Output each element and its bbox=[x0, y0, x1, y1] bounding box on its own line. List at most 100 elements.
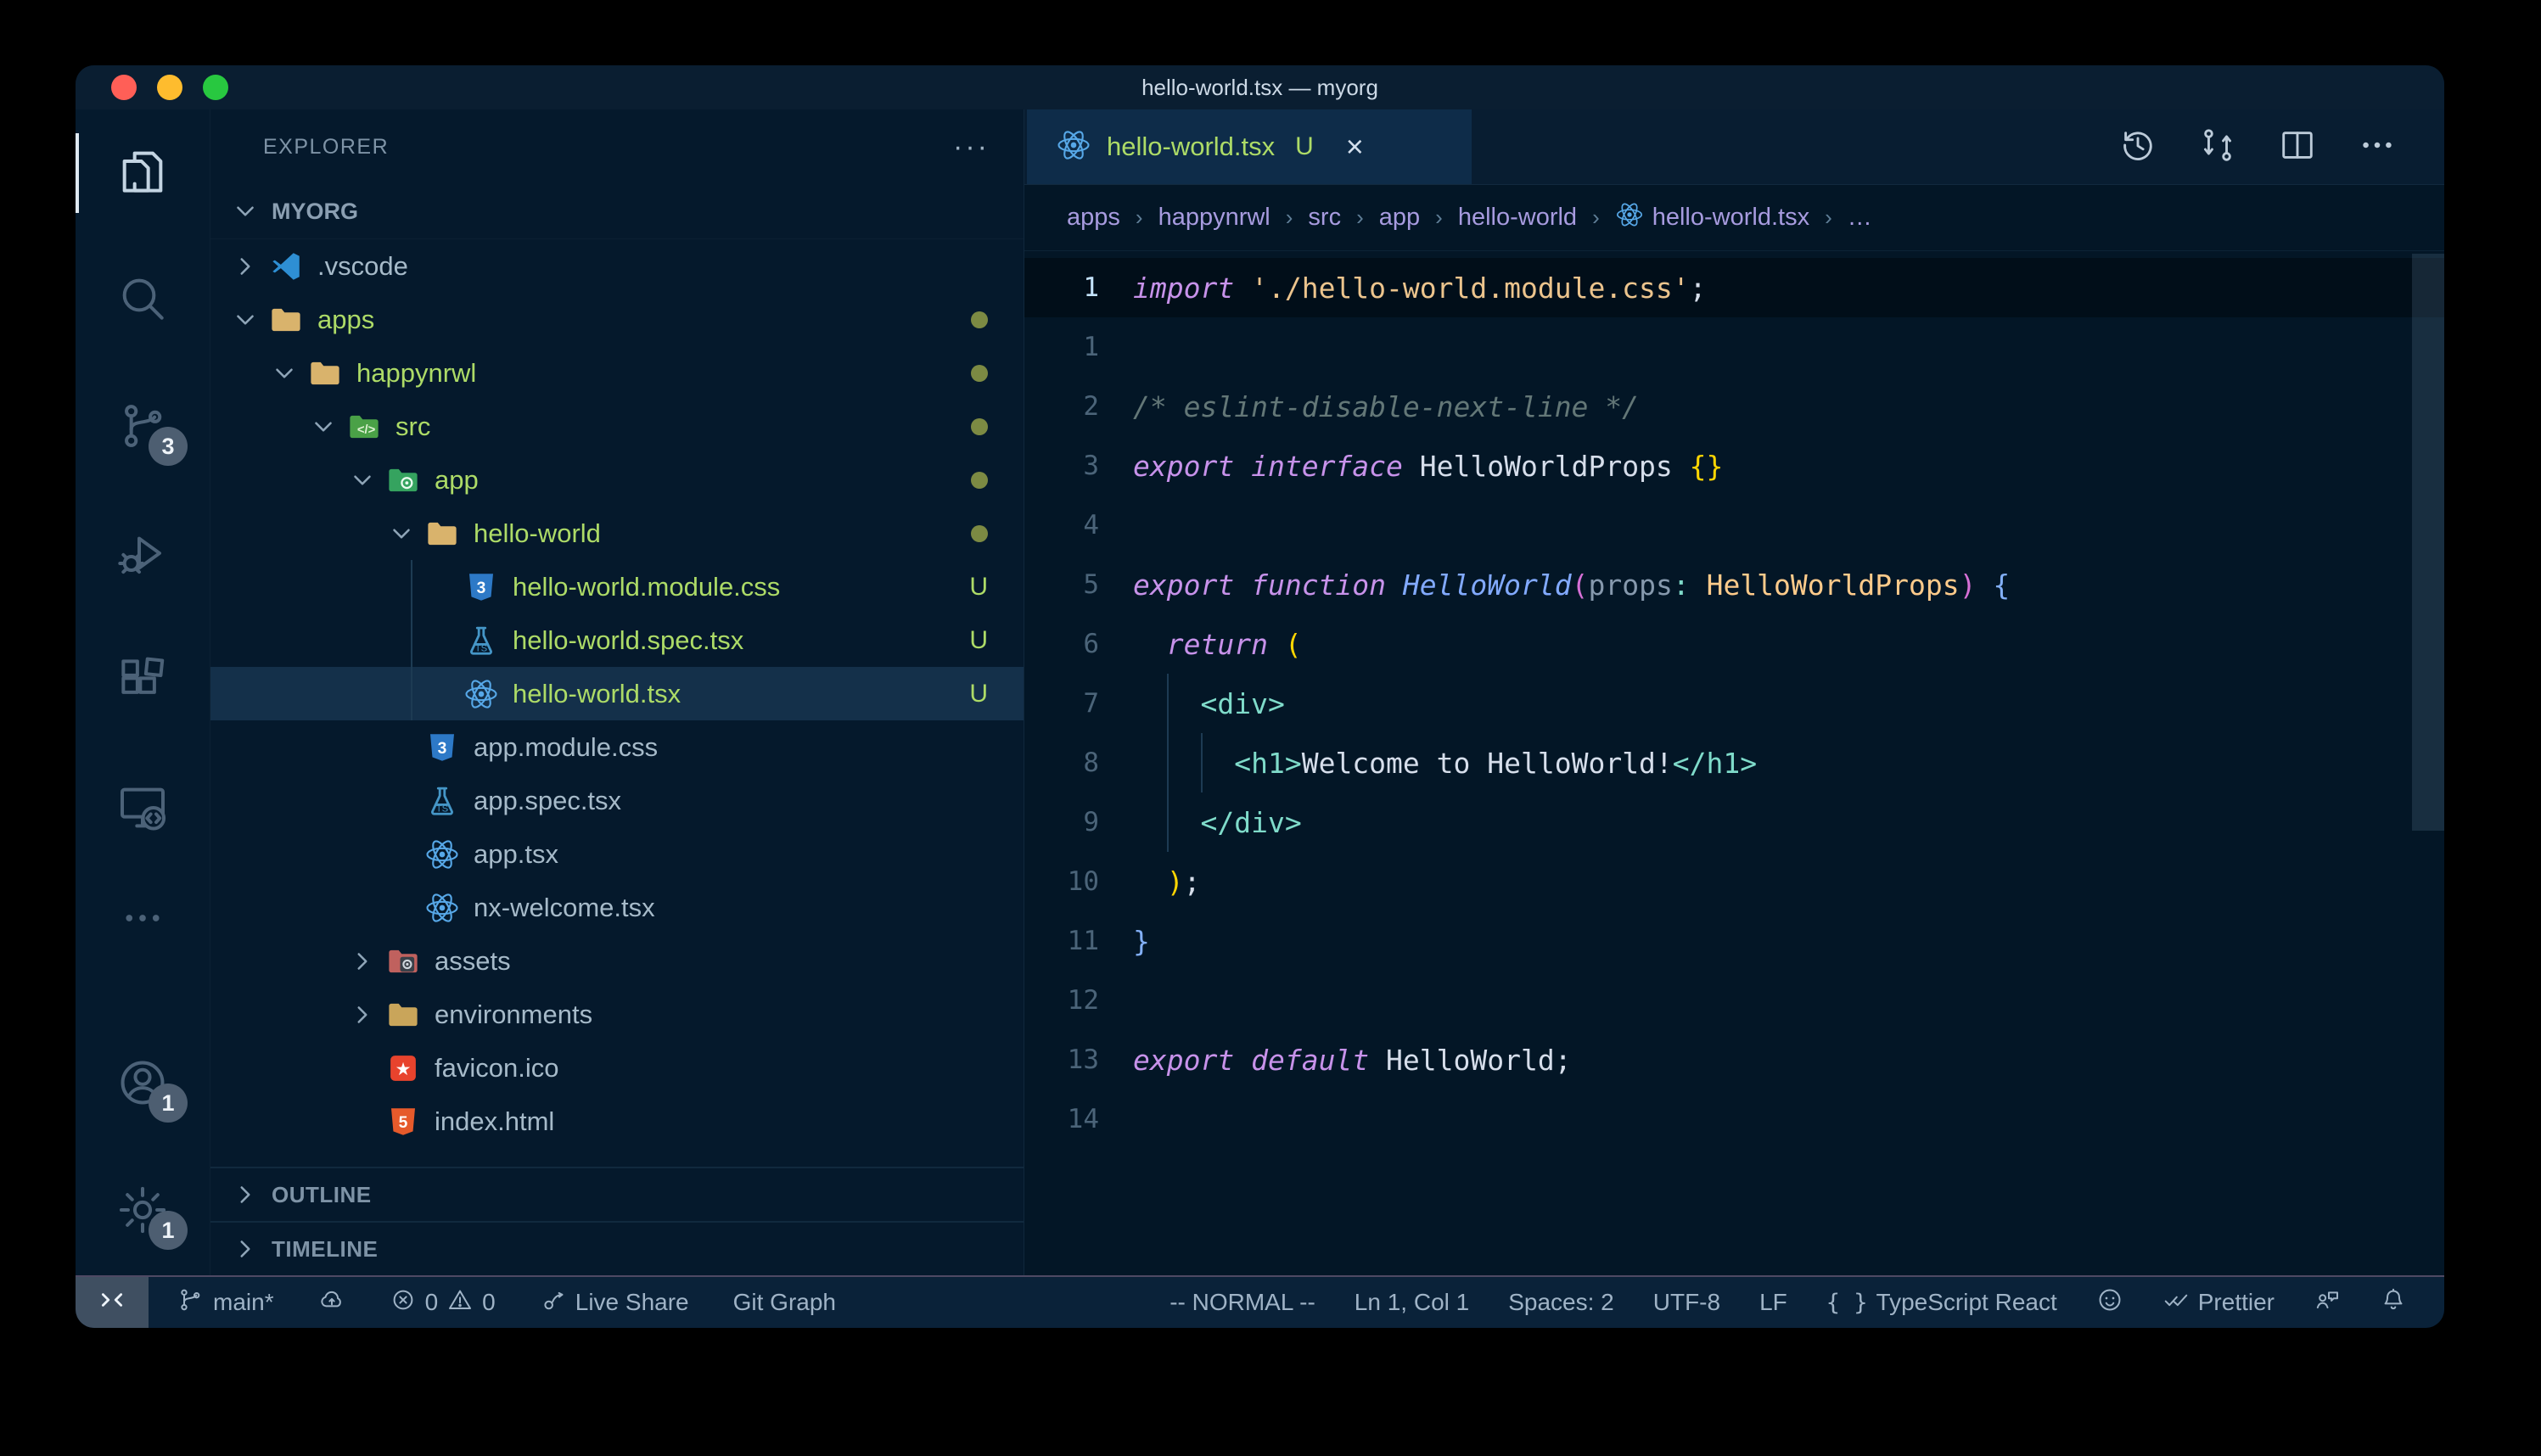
code-line[interactable]: 5export function HelloWorld(props: Hello… bbox=[1024, 555, 2444, 614]
chevron-right-icon[interactable] bbox=[348, 996, 385, 1033]
code-line[interactable]: 13export default HelloWorld; bbox=[1024, 1030, 2444, 1089]
breadcrumb-item[interactable]: … bbox=[1848, 204, 1872, 232]
history-icon[interactable] bbox=[2118, 126, 2157, 169]
tree-item-app-module-css[interactable]: 3app.module.css bbox=[210, 720, 1024, 774]
code-line[interactable]: 14 bbox=[1024, 1089, 2444, 1149]
chevron-down-icon[interactable] bbox=[270, 355, 307, 392]
activity-item-extensions[interactable] bbox=[76, 619, 210, 746]
chevron-right-icon[interactable] bbox=[231, 248, 268, 285]
code-line[interactable]: 7 <div> bbox=[1024, 674, 2444, 733]
chevron-down-icon[interactable] bbox=[387, 515, 424, 552]
activity-item-source-control[interactable]: 3 bbox=[76, 364, 210, 491]
chevron-down-icon[interactable] bbox=[309, 408, 346, 445]
code-line[interactable]: 2/* eslint-disable-next-line */ bbox=[1024, 377, 2444, 436]
code-line[interactable]: 3export interface HelloWorldProps {} bbox=[1024, 436, 2444, 496]
status-indentation[interactable]: Spaces: 2 bbox=[1508, 1289, 1614, 1316]
code-line[interactable]: 1 bbox=[1024, 317, 2444, 377]
breadcrumb-item[interactable]: src bbox=[1308, 204, 1341, 232]
breadcrumb-item[interactable]: hello-world.tsx bbox=[1615, 200, 1809, 236]
tree-item-apps[interactable]: apps bbox=[210, 293, 1024, 346]
code-editor[interactable]: 1import './hello-world.module.css';12/* … bbox=[1024, 251, 2444, 1275]
workspace-root-row[interactable]: MYORG bbox=[210, 184, 1024, 239]
breadcrumb-item[interactable]: apps bbox=[1067, 204, 1120, 232]
tree-item-hello-world-tsx[interactable]: hello-world.tsxU bbox=[210, 667, 1024, 720]
tab-hello-world-tsx[interactable]: hello-world.tsx U × bbox=[1027, 109, 1472, 184]
status-eol[interactable]: LF bbox=[1759, 1289, 1787, 1316]
close-tab-icon[interactable]: × bbox=[1346, 132, 1364, 162]
status-octoface[interactable] bbox=[2096, 1286, 2123, 1319]
open-changes-icon[interactable] bbox=[2198, 126, 2237, 169]
tree-item-label: apps bbox=[317, 305, 374, 335]
section-timeline[interactable]: TIMELINE bbox=[210, 1221, 1024, 1275]
status-git-branch[interactable]: main* bbox=[177, 1286, 274, 1319]
tree-item-label: src bbox=[395, 412, 430, 442]
section-outline[interactable]: OUTLINE bbox=[210, 1167, 1024, 1221]
tree-item-environments[interactable]: environments bbox=[210, 988, 1024, 1041]
tree-item-hello-world-module-css[interactable]: 3hello-world.module.cssU bbox=[210, 560, 1024, 613]
tree-item-nx-welcome-tsx[interactable]: nx-welcome.tsx bbox=[210, 881, 1024, 934]
breadcrumb-label: app bbox=[1379, 204, 1420, 232]
code-line[interactable]: 4 bbox=[1024, 496, 2444, 555]
activity-item-remote-explorer[interactable] bbox=[76, 746, 210, 873]
zoom-window-button[interactable] bbox=[203, 75, 228, 100]
split-editor-icon[interactable] bbox=[2278, 126, 2317, 169]
tree-item-favicon-ico[interactable]: ★favicon.ico bbox=[210, 1041, 1024, 1095]
minimize-window-button[interactable] bbox=[157, 75, 182, 100]
editor-scrollbar[interactable] bbox=[2412, 254, 2444, 831]
status-sync-changes[interactable] bbox=[318, 1286, 345, 1319]
tree-item-index-html[interactable]: 5index.html bbox=[210, 1095, 1024, 1148]
tree-item-app-tsx[interactable]: app.tsx bbox=[210, 827, 1024, 881]
status-prettier[interactable]: Prettier bbox=[2162, 1286, 2275, 1319]
code-line[interactable]: 1import './hello-world.module.css'; bbox=[1024, 258, 2444, 317]
status-feedback[interactable] bbox=[2314, 1286, 2341, 1319]
status-git-graph[interactable]: Git Graph bbox=[733, 1289, 836, 1316]
status-text: Prettier bbox=[2198, 1289, 2275, 1316]
git-untracked-badge: U bbox=[969, 626, 988, 655]
tree-item-src[interactable]: </>src bbox=[210, 400, 1024, 453]
breadcrumb-separator: › bbox=[1589, 204, 1603, 231]
code-line[interactable]: 11} bbox=[1024, 911, 2444, 971]
tree-item-happynrwl[interactable]: happynrwl bbox=[210, 346, 1024, 400]
remote-indicator-button[interactable] bbox=[76, 1277, 149, 1328]
git-modified-dot bbox=[971, 472, 988, 489]
tree-item-hello-world-spec-tsx[interactable]: TShello-world.spec.tsxU bbox=[210, 613, 1024, 667]
activity-item-explorer[interactable] bbox=[76, 109, 210, 237]
settings-badge: 1 bbox=[149, 1211, 188, 1250]
explorer-more-actions-icon[interactable]: ··· bbox=[953, 131, 990, 164]
status-live-share[interactable]: Live Share bbox=[540, 1286, 689, 1319]
tree-item-hello-world[interactable]: hello-world bbox=[210, 507, 1024, 560]
breadcrumb-item[interactable]: happynrwl bbox=[1158, 204, 1270, 232]
status-language-mode[interactable]: { }TypeScript React bbox=[1826, 1289, 2057, 1316]
activity-item-more-views[interactable] bbox=[76, 873, 210, 966]
code-line[interactable]: 12 bbox=[1024, 971, 2444, 1030]
breadcrumb-item[interactable]: hello-world bbox=[1458, 204, 1577, 232]
activity-item-run-debug[interactable] bbox=[76, 491, 210, 619]
code-line[interactable]: 8 <h1>Welcome to HelloWorld!</h1> bbox=[1024, 733, 2444, 792]
more-actions-icon[interactable] bbox=[2358, 126, 2397, 169]
chevron-down-icon[interactable] bbox=[348, 462, 385, 499]
code-line[interactable]: 10 ); bbox=[1024, 852, 2444, 911]
tree-item-app[interactable]: app bbox=[210, 453, 1024, 507]
double-check-icon bbox=[2162, 1286, 2190, 1319]
section-label: TIMELINE bbox=[272, 1236, 378, 1263]
status-encoding[interactable]: UTF-8 bbox=[1653, 1289, 1720, 1316]
breadcrumb-item[interactable]: app bbox=[1379, 204, 1420, 232]
chevron-right-icon[interactable] bbox=[348, 943, 385, 980]
status-cursor-position[interactable]: Ln 1, Col 1 bbox=[1355, 1289, 1469, 1316]
status-notifications[interactable] bbox=[2380, 1286, 2407, 1319]
breadcrumb-label: happynrwl bbox=[1158, 204, 1270, 232]
git-untracked-badge: U bbox=[969, 573, 988, 602]
status-vim-mode[interactable]: -- NORMAL -- bbox=[1170, 1289, 1315, 1316]
code-line[interactable]: 9 </div> bbox=[1024, 792, 2444, 852]
chevron-down-icon[interactable] bbox=[231, 301, 268, 339]
status-problems[interactable]: 00 bbox=[390, 1286, 496, 1319]
tree-item-assets[interactable]: assets bbox=[210, 934, 1024, 988]
activity-item-settings[interactable]: 1 bbox=[76, 1148, 210, 1275]
tree-item-app-spec-tsx[interactable]: TSapp.spec.tsx bbox=[210, 774, 1024, 827]
tree-item--vscode[interactable]: .vscode bbox=[210, 239, 1024, 293]
activity-item-search[interactable] bbox=[76, 237, 210, 364]
code-line[interactable]: 6 return ( bbox=[1024, 614, 2444, 674]
activity-item-accounts[interactable]: 1 bbox=[76, 1021, 210, 1148]
editor-indent-guide bbox=[1201, 733, 1203, 792]
close-window-button[interactable] bbox=[111, 75, 137, 100]
